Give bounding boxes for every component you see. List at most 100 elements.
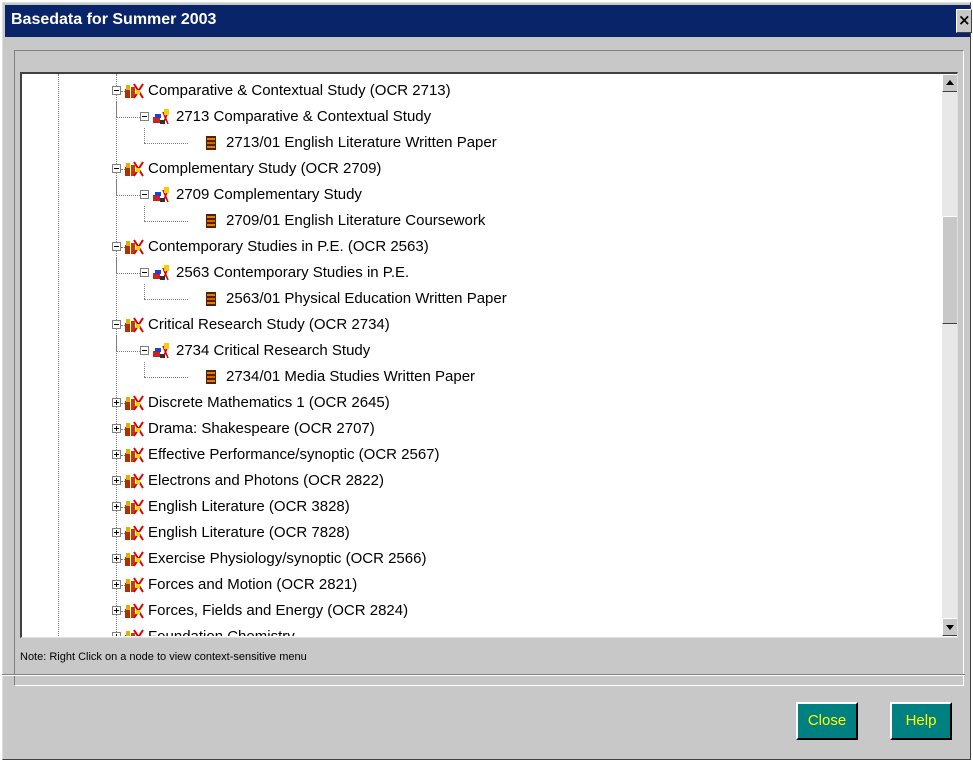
tree-node-label[interactable]: Discrete Mathematics 1 (OCR 2645) bbox=[148, 394, 390, 412]
collapse-icon[interactable] bbox=[140, 190, 149, 199]
tree-node-label[interactable]: 2713/01 English Literature Written Paper bbox=[226, 134, 497, 152]
tree-node-label[interactable]: Effective Performance/synoptic (OCR 2567… bbox=[148, 446, 440, 464]
tree-guide-line bbox=[144, 206, 145, 221]
collapse-icon[interactable] bbox=[112, 320, 121, 329]
tree-node-label[interactable]: Critical Research Study (OCR 2734) bbox=[148, 316, 390, 334]
expander-stroke bbox=[142, 116, 147, 117]
tree-rows: Comparative & Contextual Study (OCR 2713… bbox=[22, 74, 922, 636]
tree-node-label[interactable]: Drama: Shakespeare (OCR 2707) bbox=[148, 420, 375, 438]
basedata-tree[interactable]: Comparative & Contextual Study (OCR 2713… bbox=[20, 72, 958, 638]
tree-node-level-0[interactable]: Forces, Fields and Energy (OCR 2824) bbox=[22, 599, 922, 625]
component-icon bbox=[202, 368, 222, 386]
tree-node-level-0[interactable]: Complementary Study (OCR 2709) bbox=[22, 157, 922, 183]
tree-node-level-2[interactable]: 2709/01 English Literature Coursework bbox=[22, 206, 922, 235]
expand-icon[interactable] bbox=[112, 632, 121, 636]
tree-node-label[interactable]: Forces, Fields and Energy (OCR 2824) bbox=[148, 602, 408, 620]
component-icon bbox=[202, 290, 222, 308]
tree-node-label[interactable]: 2713 Comparative & Contextual Study bbox=[176, 108, 431, 126]
tree-node-label[interactable]: Electrons and Photons (OCR 2822) bbox=[148, 472, 384, 490]
tree-node-level-0[interactable]: Electrons and Photons (OCR 2822) bbox=[22, 469, 922, 495]
tree-node-level-0[interactable]: Discrete Mathematics 1 (OCR 2645) bbox=[22, 391, 922, 417]
expander-stroke bbox=[116, 478, 117, 483]
expand-icon[interactable] bbox=[112, 476, 121, 485]
expander-stroke bbox=[114, 168, 119, 169]
window-title: Basedata for Summer 2003 bbox=[11, 11, 217, 28]
subject-icon bbox=[124, 576, 144, 594]
tree-guide-line bbox=[144, 221, 188, 222]
scroll-down-button[interactable] bbox=[942, 618, 957, 636]
expand-icon[interactable] bbox=[112, 554, 121, 563]
title-bar: Basedata for Summer 2003 × bbox=[5, 5, 972, 37]
tree-node-level-2[interactable]: 2713/01 English Literature Written Paper bbox=[22, 128, 922, 157]
arrow-down-icon bbox=[946, 625, 954, 630]
tree-node-level-0[interactable]: Contemporary Studies in P.E. (OCR 2563) bbox=[22, 235, 922, 261]
collapse-icon[interactable] bbox=[112, 242, 121, 251]
tree-node-label[interactable]: Contemporary Studies in P.E. (OCR 2563) bbox=[148, 238, 429, 256]
collapse-icon[interactable] bbox=[140, 268, 149, 277]
expand-icon[interactable] bbox=[112, 424, 121, 433]
tree-node-label[interactable]: Forces and Motion (OCR 2821) bbox=[148, 576, 357, 594]
tree-node-label[interactable]: 2734/01 Media Studies Written Paper bbox=[226, 368, 475, 386]
tree-node-label[interactable]: Complementary Study (OCR 2709) bbox=[148, 160, 381, 178]
tree-guide-line bbox=[144, 143, 188, 144]
tree-node-label[interactable]: Foundation Chemistry bbox=[148, 628, 295, 636]
tree-node-level-0[interactable]: Exercise Physiology/synoptic (OCR 2566) bbox=[22, 547, 922, 573]
expander-stroke bbox=[114, 90, 119, 91]
tree-node-label[interactable]: 2734 Critical Research Study bbox=[176, 342, 370, 360]
collapse-icon[interactable] bbox=[140, 346, 149, 355]
tree-node-level-2[interactable]: 2734/01 Media Studies Written Paper bbox=[22, 362, 922, 391]
expander-stroke bbox=[142, 272, 147, 273]
tree-node-level-1[interactable]: 2713 Comparative & Contextual Study bbox=[22, 102, 922, 131]
expander-stroke bbox=[116, 400, 117, 405]
unit-icon bbox=[152, 264, 172, 282]
expander-stroke bbox=[116, 582, 117, 587]
collapse-icon[interactable] bbox=[112, 164, 121, 173]
expander-stroke bbox=[114, 324, 119, 325]
tree-guide-line bbox=[144, 299, 188, 300]
tree-node-level-1[interactable]: 2734 Critical Research Study bbox=[22, 336, 922, 365]
tree-node-label[interactable]: 2563/01 Physical Education Written Paper bbox=[226, 290, 507, 308]
tree-node-label[interactable]: 2563 Contemporary Studies in P.E. bbox=[176, 264, 409, 282]
subject-icon bbox=[124, 498, 144, 516]
expand-icon[interactable] bbox=[112, 398, 121, 407]
tree-node-level-0[interactable]: Drama: Shakespeare (OCR 2707) bbox=[22, 417, 922, 443]
expand-icon[interactable] bbox=[112, 580, 121, 589]
scroll-up-button[interactable] bbox=[942, 74, 957, 92]
tree-node-level-0[interactable]: Effective Performance/synoptic (OCR 2567… bbox=[22, 443, 922, 469]
subject-icon bbox=[124, 446, 144, 464]
tree-node-level-1[interactable]: 2709 Complementary Study bbox=[22, 180, 922, 209]
tree-node-level-0[interactable]: Forces and Motion (OCR 2821) bbox=[22, 573, 922, 599]
tree-guide-line bbox=[144, 128, 145, 143]
expand-icon[interactable] bbox=[112, 528, 121, 537]
tree-node-label[interactable]: Comparative & Contextual Study (OCR 2713… bbox=[148, 82, 451, 100]
tree-node-level-0[interactable]: Comparative & Contextual Study (OCR 2713… bbox=[22, 79, 922, 105]
expand-icon[interactable] bbox=[112, 502, 121, 511]
collapse-icon[interactable] bbox=[140, 112, 149, 121]
tree-node-level-0[interactable]: English Literature (OCR 7828) bbox=[22, 521, 922, 547]
component-icon bbox=[202, 134, 222, 152]
subject-icon bbox=[124, 160, 144, 178]
tree-node-level-0[interactable]: Critical Research Study (OCR 2734) bbox=[22, 313, 922, 339]
tree-guide-line bbox=[116, 195, 140, 196]
scroll-thumb[interactable] bbox=[942, 216, 957, 324]
unit-icon bbox=[152, 342, 172, 360]
tree-node-level-0[interactable]: English Literature (OCR 3828) bbox=[22, 495, 922, 521]
help-button[interactable]: Help bbox=[890, 702, 952, 740]
tree-node-level-0[interactable]: Foundation Chemistry bbox=[22, 625, 922, 636]
title-close-button[interactable]: × bbox=[956, 9, 972, 33]
collapse-icon[interactable] bbox=[112, 86, 121, 95]
tree-node-label[interactable]: 2709 Complementary Study bbox=[176, 186, 362, 204]
tree-node-level-2[interactable]: 2563/01 Physical Education Written Paper bbox=[22, 284, 922, 313]
close-button[interactable]: Close bbox=[796, 702, 858, 740]
tree-node-label[interactable]: Exercise Physiology/synoptic (OCR 2566) bbox=[148, 550, 426, 568]
tree-node-label[interactable]: English Literature (OCR 7828) bbox=[148, 524, 350, 542]
expand-icon[interactable] bbox=[112, 450, 121, 459]
tree-node-label[interactable]: 2709/01 English Literature Coursework bbox=[226, 212, 485, 230]
expander-stroke bbox=[116, 426, 117, 431]
tree-node-label[interactable]: English Literature (OCR 3828) bbox=[148, 498, 350, 516]
tree-vertical-scrollbar[interactable] bbox=[942, 74, 957, 636]
tree-guide-line bbox=[116, 336, 117, 351]
subject-icon bbox=[124, 628, 144, 636]
expand-icon[interactable] bbox=[112, 606, 121, 615]
tree-node-level-1[interactable]: 2563 Contemporary Studies in P.E. bbox=[22, 258, 922, 287]
